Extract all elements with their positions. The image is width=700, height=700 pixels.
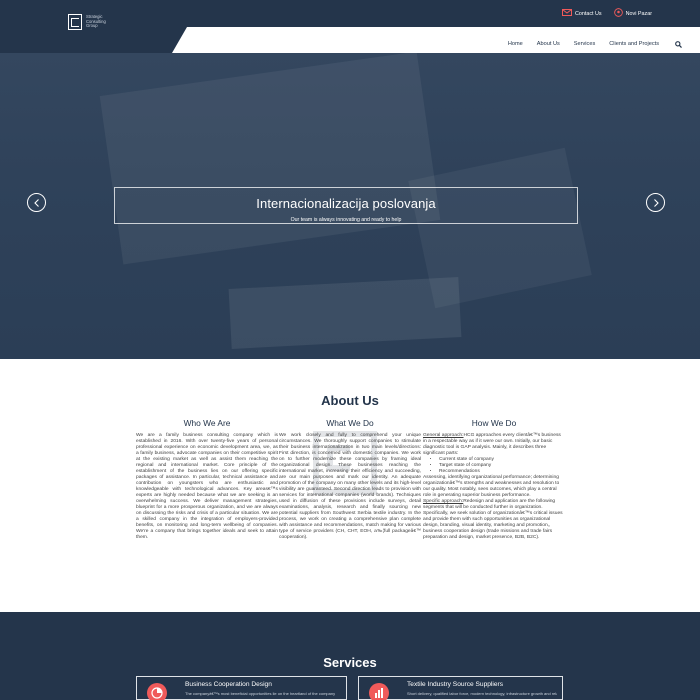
contact-us-link[interactable]: Contact Us xyxy=(561,9,602,18)
service-card-textile-suppliers[interactable]: Textile Industry Source Suppliers Short … xyxy=(358,676,563,700)
who-we-are-text: We are a family business consulting comp… xyxy=(136,433,278,540)
hero-background-image xyxy=(99,53,441,265)
services-heading: Services xyxy=(323,655,377,670)
what-we-do-column: What We Do We work closely and fully to … xyxy=(279,418,421,541)
chevron-right-icon xyxy=(653,198,659,207)
hero-subtitle: Our team is always innovating and ready … xyxy=(290,217,402,223)
service-card-business-cooperation[interactable]: Business Cooperation Design The companyâ… xyxy=(136,676,347,700)
how-we-do-heading: How We Do xyxy=(471,418,517,428)
logo-text: Strategic Consulting Group xyxy=(86,14,126,29)
main-nav: Home About Us Services Clients and Proje… xyxy=(494,35,682,53)
chevron-left-icon xyxy=(33,198,39,207)
nav-item-home[interactable]: Home xyxy=(508,41,523,47)
search-icon[interactable] xyxy=(675,35,682,53)
service-card-description: The companyâ€™s most beneficial opportun… xyxy=(185,691,335,696)
service-card-title: Business Cooperation Design xyxy=(185,681,272,688)
services-section: Services xyxy=(0,612,700,700)
location-label: Novi Pazar xyxy=(625,10,652,17)
service-card-title: Textile Industry Source Suppliers xyxy=(407,681,504,688)
slider-prev-button[interactable] xyxy=(27,193,46,212)
hero-slider: Internacionalizacija poslovanja Our team… xyxy=(0,53,700,359)
nav-item-clients-and-projects[interactable]: Clients and Projects xyxy=(609,41,659,47)
what-we-do-heading: What We Do xyxy=(326,418,374,428)
top-links: Contact Us Novi Pazar xyxy=(561,8,652,19)
envelope-icon xyxy=(561,9,572,18)
hero-background-image xyxy=(228,277,462,349)
how-we-do-column: How We Do General approach:HCG approache… xyxy=(423,418,565,541)
hero-title: Internacionalizacija poslovanja xyxy=(256,196,436,211)
about-us-heading: About Us xyxy=(321,393,379,408)
slider-next-button[interactable] xyxy=(646,193,665,212)
specific-approach-label: Specific approach: xyxy=(423,499,464,504)
logo-line: Group xyxy=(86,23,98,29)
bar-chart-icon xyxy=(369,683,389,700)
logo-mark-icon xyxy=(68,14,82,30)
pie-chart-icon xyxy=(147,683,167,700)
how-we-do-text: General approach:HCG approaches every cl… xyxy=(423,433,565,541)
who-we-are-column: Who We Are We are a family business cons… xyxy=(136,418,278,541)
company-logo[interactable]: Strategic Consulting Group xyxy=(68,12,128,32)
what-we-do-text: We work closely and fully to comprehend … xyxy=(279,433,421,540)
specific-approach-text: Redesign and application are the followi… xyxy=(423,499,563,540)
contact-us-label: Contact Us xyxy=(574,10,602,17)
general-approach-label: General approach: xyxy=(423,433,464,438)
nav-item-services[interactable]: Services xyxy=(574,41,595,47)
who-we-are-heading: Who We Are xyxy=(183,418,231,428)
service-card-description: Short delivery, qualified labor force, m… xyxy=(407,691,557,696)
gap-bullet-list: Current state of company Target state of… xyxy=(423,457,565,475)
nav-item-about-us[interactable]: About Us xyxy=(537,41,560,47)
assessment-text: Assessing, identifying organizational pe… xyxy=(423,475,560,498)
hero-background-image xyxy=(408,147,592,309)
hero-caption-box: Internacionalizacija poslovanja Our team… xyxy=(114,187,578,224)
location-link[interactable]: Novi Pazar xyxy=(613,8,652,19)
map-pin-icon xyxy=(613,8,623,19)
